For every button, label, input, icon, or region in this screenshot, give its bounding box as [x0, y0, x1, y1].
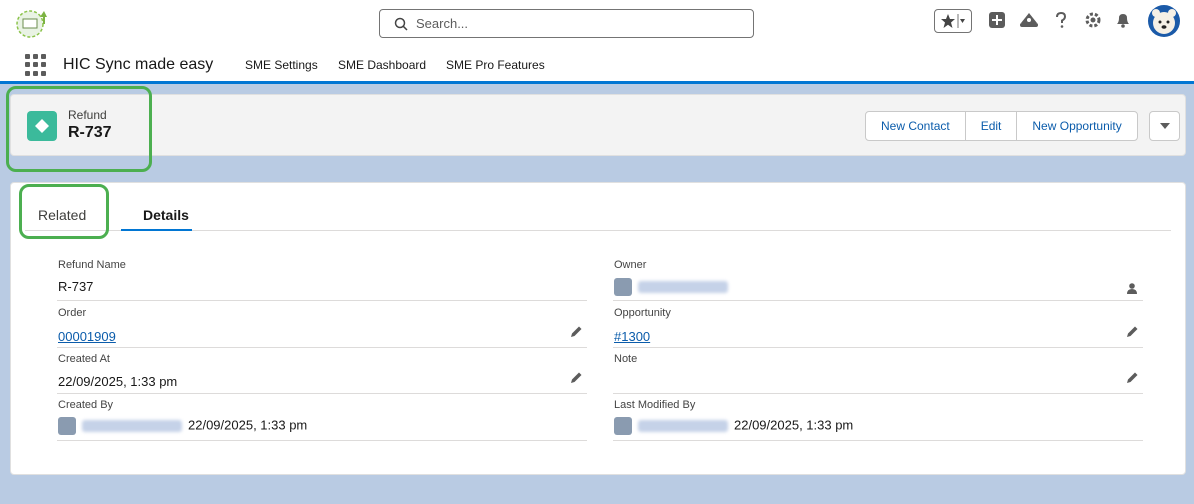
record-type-label: Refund [68, 108, 107, 122]
redacted-owner-name[interactable] [638, 281, 728, 293]
app-logo-icon[interactable] [14, 7, 50, 39]
edit-pencil-icon[interactable] [569, 325, 583, 339]
field-value: R-737 [58, 279, 94, 294]
tab-bar: Related Details [25, 197, 1171, 231]
nav-item-sme-settings[interactable]: SME Settings [245, 58, 318, 72]
field-label: Refund Name [58, 259, 126, 271]
field-refund-name: Refund Name R-737 [57, 259, 587, 301]
user-avatar [614, 278, 632, 296]
new-opportunity-button[interactable]: New Opportunity [1017, 112, 1136, 140]
field-label: Created By [58, 399, 114, 411]
field-value: 22/09/2025, 1:33 pm [188, 417, 308, 433]
redacted-user-name[interactable] [638, 420, 728, 432]
app-nav-bar: HIC Sync made easy SME Settings SME Dash… [0, 46, 1194, 84]
field-label: Last Modified By [614, 399, 696, 411]
field-label: Order [58, 307, 87, 319]
trailhead-icon[interactable] [1018, 9, 1040, 31]
field-created-at: Created At 22/09/2025, 1:33 pm [57, 353, 587, 394]
field-value: 22/09/2025, 1:33 pm [734, 417, 854, 433]
refund-record-icon [27, 111, 57, 141]
record-detail-card: Related Details Refund Name R-737 Order … [10, 182, 1186, 475]
global-search[interactable]: Search... [379, 9, 754, 38]
order-link[interactable]: 00001909 [58, 329, 116, 344]
field-value: 22/09/2025, 1:33 pm [58, 374, 178, 389]
field-label: Owner [614, 259, 647, 271]
notifications-bell-icon[interactable] [1112, 9, 1134, 31]
edit-pencil-icon[interactable] [569, 371, 583, 385]
tab-related[interactable]: Related [38, 207, 86, 223]
field-owner: Owner [613, 259, 1143, 301]
more-actions-button[interactable] [1149, 111, 1180, 141]
record-title: R-737 [68, 124, 112, 141]
nav-item-sme-dashboard[interactable]: SME Dashboard [338, 58, 426, 72]
record-actions: New Contact Edit New Opportunity [865, 111, 1138, 141]
edit-button[interactable]: Edit [966, 112, 1018, 140]
field-order: Order 00001909 [57, 307, 587, 348]
global-header: Search... [0, 0, 1194, 46]
setup-gear-icon[interactable] [1082, 9, 1104, 31]
global-add-icon[interactable] [986, 9, 1008, 31]
nav-item-sme-pro-features[interactable]: SME Pro Features [446, 58, 545, 72]
user-avatar [58, 417, 76, 435]
field-last-modified-by: Last Modified By 22/09/2025, 1:33 pm [613, 399, 1143, 441]
help-icon[interactable] [1050, 9, 1072, 31]
field-label: Opportunity [614, 307, 671, 319]
app-name: HIC Sync made easy [63, 56, 214, 73]
field-note: Note [613, 353, 1143, 394]
edit-pencil-icon[interactable] [1125, 325, 1139, 339]
search-placeholder: Search... [416, 16, 469, 31]
app-launcher-icon[interactable] [25, 54, 47, 76]
record-header: Refund R-737 New Contact Edit New Opport… [10, 94, 1186, 156]
new-contact-button[interactable]: New Contact [866, 112, 966, 140]
change-owner-icon[interactable] [1125, 281, 1139, 295]
user-avatar [614, 417, 632, 435]
field-label: Note [614, 353, 638, 365]
field-label: Created At [58, 353, 110, 365]
field-created-by: Created By 22/09/2025, 1:33 pm [57, 399, 587, 441]
edit-pencil-icon[interactable] [1125, 371, 1139, 385]
search-icon [394, 17, 408, 31]
chevron-down-icon [1159, 123, 1170, 129]
field-opportunity: Opportunity #1300 [613, 307, 1143, 348]
opportunity-link[interactable]: #1300 [614, 329, 650, 344]
star-icon [941, 14, 965, 28]
favorites-button[interactable] [934, 9, 972, 33]
user-avatar[interactable] [1147, 4, 1181, 38]
redacted-user-name[interactable] [82, 420, 182, 432]
active-tab-indicator [121, 229, 192, 231]
tab-details[interactable]: Details [143, 207, 189, 223]
